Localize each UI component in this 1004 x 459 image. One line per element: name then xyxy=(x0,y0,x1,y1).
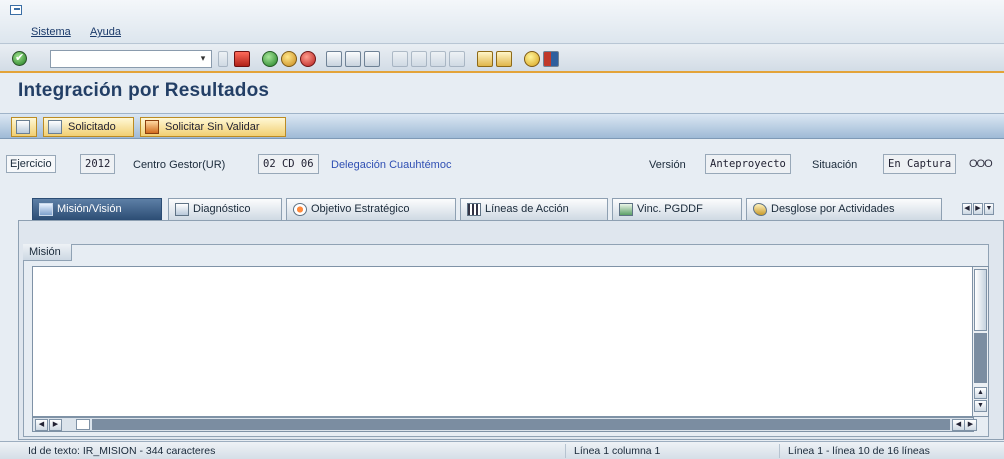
situacion-label: Situación xyxy=(812,159,858,171)
ejercicio-label[interactable]: Ejercicio xyxy=(6,155,56,173)
tab-diagnostico[interactable]: Diagnóstico xyxy=(168,198,282,220)
tab-label: Objetivo Estratégico xyxy=(311,203,410,215)
solicitar-sin-validar-button[interactable]: Solicitar Sin Validar xyxy=(140,117,286,137)
status-bar: Id de texto: IR_MISION - 344 caracteres … xyxy=(0,441,1004,459)
horizontal-scroll-track[interactable] xyxy=(92,419,950,430)
status-text-id: Id de texto: IR_MISION - 344 caracteres xyxy=(28,445,216,457)
scroll-right-end-icon[interactable]: ▶ xyxy=(964,419,977,431)
tab-scroll-right-icon[interactable]: ▶ xyxy=(973,203,983,215)
tab-mision-vision[interactable]: Misión/Visión xyxy=(32,198,162,220)
link-icon xyxy=(619,203,633,216)
menu-sistema[interactable]: Sistema xyxy=(31,26,71,38)
previous-page-icon[interactable] xyxy=(411,51,427,67)
tab-label: Desglose por Actividades xyxy=(771,203,895,215)
scroll-right-icon[interactable]: ▶ xyxy=(49,419,62,431)
scroll-left-icon[interactable]: ◀ xyxy=(35,419,48,431)
scroll-down-icon[interactable]: ▼ xyxy=(974,400,987,412)
solicitar-sin-validar-label: Solicitar Sin Validar xyxy=(165,121,260,133)
enter-icon[interactable] xyxy=(12,51,27,66)
chart-icon xyxy=(175,203,189,216)
status-cursor-position: Línea 1 columna 1 xyxy=(565,444,775,458)
tab-label: Líneas de Acción xyxy=(485,203,569,215)
grid-icon xyxy=(467,203,481,216)
system-menu-icon[interactable] xyxy=(10,5,22,15)
tab-desglose-por-actividades[interactable]: Desglose por Actividades xyxy=(746,198,942,220)
tab-scroll-left-icon[interactable]: ◀ xyxy=(962,203,972,215)
tab-lineas-de-accion[interactable]: Líneas de Acción xyxy=(460,198,608,220)
vertical-scroll-track[interactable] xyxy=(974,333,987,383)
tab-strip: Misión/Visión Diagnóstico Objetivo Estra… xyxy=(0,196,1004,220)
ejercicio-field: 2012 xyxy=(80,154,116,174)
tab-vinc-pgddf[interactable]: Vinc. PGDDF xyxy=(612,198,742,220)
status-line-range: Línea 1 - línea 10 de 16 líneas xyxy=(779,444,1004,458)
save-icon[interactable] xyxy=(234,51,250,67)
print-icon[interactable] xyxy=(326,51,342,67)
create-session-icon[interactable] xyxy=(477,51,493,67)
mision-text-editor[interactable] xyxy=(32,266,974,417)
help-icon[interactable] xyxy=(524,51,540,67)
solicitado-label: Solicitado xyxy=(68,121,116,133)
document-icon xyxy=(48,120,62,134)
mision-group-label: Misión xyxy=(23,244,72,261)
separator-arrow-icon xyxy=(218,51,228,67)
status-indicator: OOO xyxy=(969,158,993,170)
vertical-scroll-thumb[interactable] xyxy=(974,269,987,331)
application-toolbar: Solicitado Solicitar Sin Validar xyxy=(0,113,1004,139)
scroll-up-icon[interactable]: ▲ xyxy=(974,387,987,399)
activities-icon xyxy=(753,203,767,216)
shortcut-icon[interactable] xyxy=(496,51,512,67)
tab-label: Diagnóstico xyxy=(193,203,251,215)
system-toolbar: ▾ xyxy=(0,45,1004,73)
tab-label: Vinc. PGDDF xyxy=(637,203,703,215)
exit-icon[interactable] xyxy=(281,51,297,67)
refresh-button[interactable] xyxy=(11,117,37,137)
horizontal-scroll-thumb[interactable] xyxy=(76,419,90,430)
version-field: Anteproyecto xyxy=(705,154,791,174)
centro-gestor-field: 02 CD 06 xyxy=(258,154,319,174)
find-icon[interactable] xyxy=(345,51,361,67)
people-icon xyxy=(39,203,53,216)
centro-gestor-description: Delegación Cuauhtémoc xyxy=(331,159,452,171)
refresh-icon xyxy=(16,120,30,134)
situacion-field: En Captura xyxy=(883,154,957,174)
tab-list-icon[interactable]: ▼ xyxy=(984,203,994,215)
solicitado-button[interactable]: Solicitado xyxy=(43,117,134,137)
menu-bar: Sistema Ayuda xyxy=(0,0,1004,44)
find-next-icon[interactable] xyxy=(364,51,380,67)
layout-icon[interactable] xyxy=(543,51,559,67)
target-icon xyxy=(293,203,307,216)
tab-label: Misión/Visión xyxy=(57,203,122,215)
next-page-icon[interactable] xyxy=(430,51,446,67)
back-icon[interactable] xyxy=(262,51,278,67)
first-page-icon[interactable] xyxy=(392,51,408,67)
page-title: Integración por Resultados xyxy=(18,80,270,101)
version-label: Versión xyxy=(649,159,686,171)
cancel-icon[interactable] xyxy=(300,51,316,67)
last-page-icon[interactable] xyxy=(449,51,465,67)
command-history-icon[interactable]: ▾ xyxy=(197,52,209,65)
command-field[interactable] xyxy=(50,50,212,68)
tab-objetivo-estrategico[interactable]: Objetivo Estratégico xyxy=(286,198,456,220)
menu-ayuda[interactable]: Ayuda xyxy=(90,26,121,38)
centro-gestor-label: Centro Gestor(UR) xyxy=(133,159,226,171)
document-warning-icon xyxy=(145,120,159,134)
